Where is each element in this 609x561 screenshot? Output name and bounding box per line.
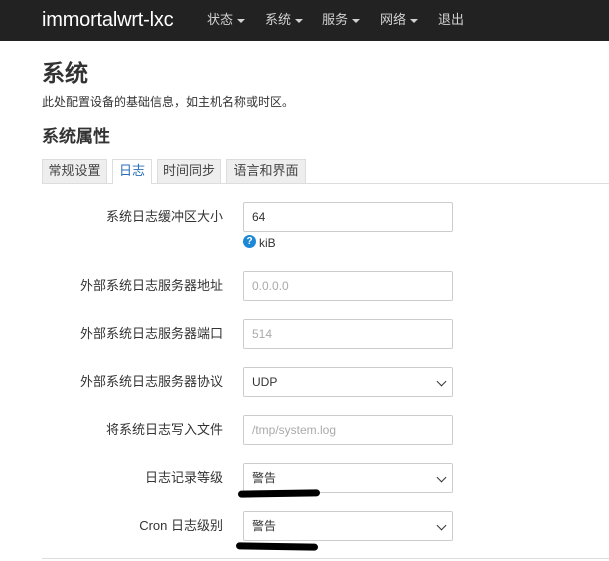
- underline-annotation: [237, 489, 321, 498]
- chevron-down-icon: [436, 472, 447, 483]
- remote-protocol-select[interactable]: UDP: [243, 367, 453, 397]
- tab-time-sync[interactable]: 时间同步: [157, 159, 221, 183]
- question-circle-icon: ?: [243, 235, 256, 248]
- buffer-size-unit: kiB: [259, 236, 276, 250]
- chevron-down-icon: [436, 520, 447, 531]
- underline-annotation: [235, 542, 319, 551]
- remote-port-label: 外部系统日志服务器端口: [79, 326, 223, 341]
- section-title: 系统属性: [42, 127, 110, 146]
- log-file-input[interactable]: /tmp/system.log: [243, 415, 453, 445]
- brand-logo[interactable]: immortalwrt-lxc: [42, 8, 174, 32]
- nav-network[interactable]: 网络: [380, 12, 419, 28]
- buffer-size-input[interactable]: 64: [243, 202, 453, 232]
- chevron-down-icon: [436, 376, 447, 387]
- tab-language[interactable]: 语言和界面: [226, 159, 306, 183]
- nav-system[interactable]: 系统: [265, 12, 304, 28]
- nav-status[interactable]: 状态: [207, 12, 246, 28]
- remote-server-label: 外部系统日志服务器地址: [79, 278, 223, 293]
- cron-level-select[interactable]: 警告: [243, 511, 453, 541]
- caret-down-icon: [237, 18, 246, 23]
- section-divider: [42, 558, 609, 559]
- log-level-label: 日志记录等级: [144, 470, 223, 485]
- caret-down-icon: [352, 18, 361, 23]
- nav-logout[interactable]: 退出: [438, 12, 464, 28]
- remote-server-input[interactable]: 0.0.0.0: [243, 271, 453, 301]
- nav-services[interactable]: 服务: [322, 12, 361, 28]
- caret-down-icon: [295, 18, 304, 23]
- log-level-select[interactable]: 警告: [243, 463, 453, 493]
- cron-level-label: Cron 日志级别: [139, 518, 223, 533]
- remote-port-input[interactable]: 514: [243, 319, 453, 349]
- page-description: 此处配置设备的基础信息，如主机名称或时区。: [42, 95, 295, 109]
- log-file-label: 将系统日志写入文件: [105, 422, 223, 437]
- remote-protocol-label: 外部系统日志服务器协议: [79, 374, 223, 389]
- tab-general[interactable]: 常规设置: [42, 159, 107, 183]
- tab-logging[interactable]: 日志: [112, 159, 152, 184]
- caret-down-icon: [410, 18, 419, 23]
- page-title: 系统: [42, 60, 88, 86]
- buffer-size-label: 系统日志缓冲区大小: [105, 209, 223, 224]
- top-navbar: immortalwrt-lxc 状态 系统 服务 网络 退出: [0, 0, 609, 41]
